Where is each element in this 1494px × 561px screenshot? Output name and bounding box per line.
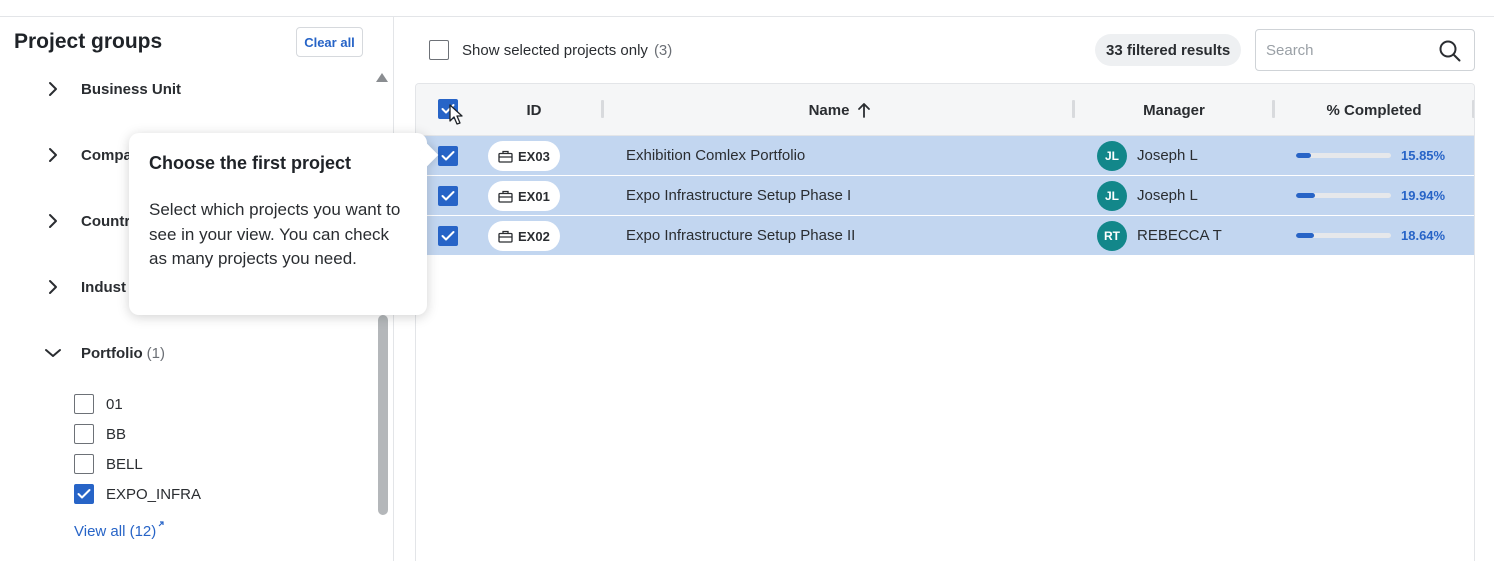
show-selected-count: (3) [653,41,673,59]
show-selected-label: Show selected projects only [462,41,648,59]
row-checkbox[interactable] [438,186,458,206]
filtered-results-badge: 33 filtered results [1095,34,1242,66]
project-name: Expo Infrastructure Setup Phase II [626,227,856,244]
group-label: Compa [81,146,132,164]
chevron-right-icon [40,76,66,102]
chevron-right-icon [40,274,66,300]
table-header: ID Name Manager % Completed [416,84,1474,136]
manager-name: Joseph L [1137,187,1198,204]
progress-bar [1296,193,1391,198]
option-label: BELL [106,455,143,473]
show-selected-toggle[interactable]: Show selected projects only (3) [429,40,672,60]
search-icon[interactable] [1438,39,1462,63]
column-header-id[interactable]: ID [488,84,580,136]
checkmark-icon [441,191,455,201]
option-checkbox[interactable] [74,424,94,444]
project-id-pill: EX01 [488,181,560,211]
progress-bar [1296,233,1391,238]
clear-all-button[interactable]: Clear all [296,27,363,57]
tooltip-title: Choose the first project [149,153,352,173]
portfolio-option-bb[interactable]: BB [74,423,126,445]
external-link-icon [158,521,164,527]
search-input[interactable] [1266,41,1436,59]
sidebar-scrollbar-thumb[interactable] [378,315,388,515]
view-all-link[interactable]: View all (12) [74,520,165,540]
briefcase-icon [498,190,513,203]
percent-completed: 15.85% [1401,148,1446,163]
chevron-down-icon [40,340,66,366]
sort-ascending-arrow-icon [858,103,871,118]
group-portfolio[interactable]: Portfolio (1) [40,338,165,368]
search-box[interactable] [1255,29,1475,71]
avatar: JL [1097,181,1127,211]
group-label: Indust [81,278,126,296]
group-label: Portfolio (1) [81,344,165,362]
table-row[interactable]: EX02 Expo Infrastructure Setup Phase II … [416,216,1474,256]
percent-completed: 18.64% [1401,228,1446,243]
project-id-pill: EX03 [488,141,560,171]
show-selected-checkbox[interactable] [429,40,449,60]
briefcase-icon [498,230,513,243]
group-count: (1) [146,344,165,362]
progress-bar-fill [1296,233,1314,238]
manager-name: REBECCA T [1137,227,1222,244]
project-id-pill: EX02 [488,221,560,251]
checkmark-icon [77,489,91,499]
option-label: 01 [106,395,123,413]
project-name: Exhibition Comlex Portfolio [626,147,806,164]
group-country[interactable]: Countr [40,206,130,236]
scroll-up-arrow-icon[interactable] [376,73,388,82]
portfolio-option-bell[interactable]: BELL [74,453,143,475]
option-checkbox[interactable] [74,454,94,474]
avatar: RT [1097,221,1127,251]
checkmark-icon [441,151,455,161]
chevron-right-icon [40,208,66,234]
mouse-cursor-icon [449,104,463,125]
progress-bar-fill [1296,193,1315,198]
column-resize-handle[interactable] [601,100,604,118]
group-business-unit[interactable]: Business Unit [40,74,181,104]
tooltip-body: Select which projects you want to see in… [149,200,401,268]
avatar: JL [1097,141,1127,171]
group-industry[interactable]: Indust [40,272,126,302]
group-label: Countr [81,212,131,230]
briefcase-icon [498,150,513,163]
option-label: EXPO_INFRA [106,485,202,503]
project-name: Expo Infrastructure Setup Phase I [626,187,852,204]
projects-table: ID Name Manager % Completed EX03 Exhibit… [415,83,1475,561]
column-header-manager[interactable]: Manager [1076,84,1272,136]
sidebar-title: Project groups [14,30,163,53]
group-label: Business Unit [81,80,182,98]
column-resize-handle[interactable] [1072,100,1075,118]
row-checkbox[interactable] [438,146,458,166]
onboarding-tooltip: Choose the first project Select which pr… [129,133,427,315]
column-header-name[interactable]: Name [606,84,1074,136]
column-resize-handle[interactable] [1272,100,1275,118]
column-resize-handle[interactable] [1472,100,1474,118]
portfolio-option-expo-infra[interactable]: EXPO_INFRA [74,483,201,505]
group-company[interactable]: Compa [40,140,132,170]
projects-panel: Show selected projects only (3) 33 filte… [395,17,1494,561]
option-checkbox-checked[interactable] [74,484,94,504]
progress-bar [1296,153,1391,158]
checkmark-icon [441,231,455,241]
option-label: BB [106,425,127,443]
chevron-right-icon [40,142,66,168]
portfolio-option-01[interactable]: 01 [74,393,123,415]
table-row[interactable]: EX03 Exhibition Comlex Portfolio JL Jose… [416,136,1474,176]
table-row[interactable]: EX01 Expo Infrastructure Setup Phase I J… [416,176,1474,216]
percent-completed: 19.94% [1401,188,1446,203]
progress-bar-fill [1296,153,1312,158]
column-header-percent-completed[interactable]: % Completed [1276,84,1472,136]
option-checkbox[interactable] [74,394,94,414]
manager-name: Joseph L [1137,147,1198,164]
row-checkbox[interactable] [438,226,458,246]
